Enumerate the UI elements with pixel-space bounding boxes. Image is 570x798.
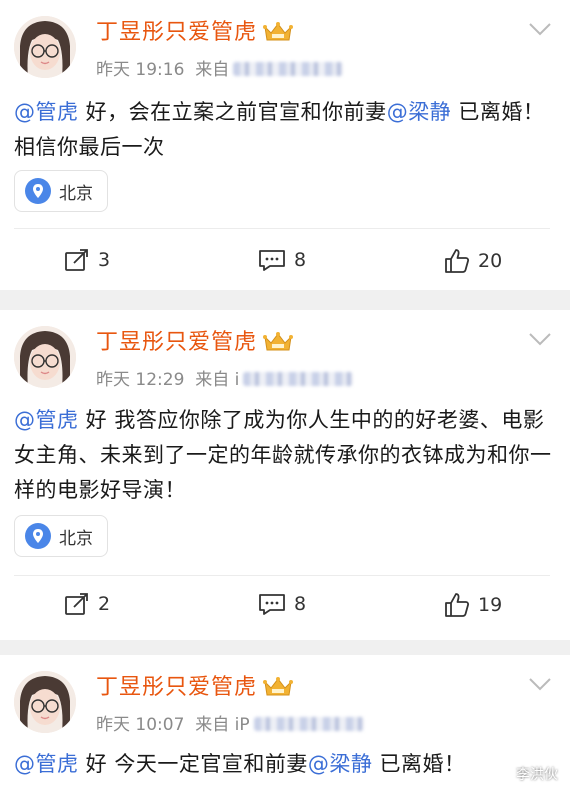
chevron-down-icon[interactable]	[528, 332, 552, 346]
post-text-segment: 好，会在立案之前官宣和你前妻	[78, 100, 387, 124]
post-source: 来自 iP	[195, 715, 250, 735]
repost-button[interactable]: 2	[64, 592, 110, 616]
location-tag[interactable]: 北京	[14, 170, 108, 212]
like-button[interactable]: 19	[444, 592, 502, 618]
post-meta: 昨天 10:07 来自 iP	[96, 710, 364, 735]
mention-link[interactable]: @管虎	[14, 100, 79, 124]
like-button[interactable]: 20	[444, 248, 502, 274]
blurred-source	[243, 372, 354, 386]
post-text-segment: 好 今天一定官宣和前妻	[78, 752, 308, 776]
crown-icon	[263, 332, 294, 351]
weibo-post: 丁昱彤只爱管虎 昨天 19:16 来自 @管虎 好，会在立案之前官宣和你前妻@梁…	[0, 0, 570, 290]
repost-icon	[65, 593, 88, 615]
chevron-down-icon[interactable]	[528, 677, 552, 691]
mention-link[interactable]: @管虎	[14, 408, 79, 432]
post-text: @管虎 好 今天一定官宣和前妻@梁静 已离婚！	[14, 747, 554, 782]
repost-count: 2	[98, 593, 111, 615]
location-tag[interactable]: 北京	[14, 515, 108, 557]
avatar[interactable]	[14, 16, 76, 78]
username-text[interactable]: 丁昱彤只爱管虎	[96, 675, 257, 700]
mention-link[interactable]: @管虎	[14, 752, 79, 776]
comment-button[interactable]: 8	[258, 592, 306, 616]
camera-icon	[496, 768, 512, 781]
username[interactable]: 丁昱彤只爱管虎	[96, 669, 294, 701]
post-text: @管虎 好 我答应你除了成为你人生中的的好老婆、电影女主角、未来到了一定的年龄就…	[14, 403, 554, 508]
post-source: 来自 i	[195, 370, 240, 390]
username[interactable]: 丁昱彤只爱管虎	[96, 14, 294, 46]
comment-button[interactable]: 8	[258, 248, 306, 272]
post-text-segment: 已离婚！	[372, 752, 466, 776]
repost-count: 3	[98, 249, 111, 271]
avatar[interactable]	[14, 326, 76, 388]
like-count: 19	[478, 594, 503, 616]
post-source: 来自	[195, 60, 230, 80]
comment-count: 8	[294, 249, 307, 271]
divider	[14, 575, 550, 576]
location-text: 北京	[59, 528, 93, 549]
username[interactable]: 丁昱彤只爱管虎	[96, 324, 294, 356]
post-time: 昨天 10:07	[96, 715, 185, 735]
post-meta: 昨天 12:29 来自 i	[96, 365, 354, 390]
post-text-segment: 好 我答应你除了成为你人生中的的好老婆、电影女主角、未来到了一定的年龄就传承你的…	[14, 408, 552, 502]
post-text: @管虎 好，会在立案之前官宣和你前妻@梁静 已离婚！相信你最后一次	[14, 95, 554, 165]
blurred-source	[233, 62, 344, 76]
repost-icon	[65, 249, 88, 271]
watermark-text: 李洪伙	[516, 767, 558, 783]
post-time: 昨天 19:16	[96, 60, 185, 80]
crown-icon	[263, 22, 294, 41]
username-text[interactable]: 丁昱彤只爱管虎	[96, 20, 257, 45]
avatar[interactable]	[14, 671, 76, 733]
location-pin-icon	[25, 178, 51, 204]
comment-icon	[259, 250, 285, 271]
weibo-post: 丁昱彤只爱管虎 昨天 12:29 来自 i @管虎 好 我答应你除了成为你人生中…	[0, 310, 570, 640]
thumbs-up-icon	[445, 249, 470, 273]
chevron-down-icon[interactable]	[528, 22, 552, 36]
location-pin-icon	[25, 523, 51, 549]
location-text: 北京	[59, 183, 93, 204]
thumbs-up-icon	[445, 593, 470, 617]
post-time: 昨天 12:29	[96, 370, 185, 390]
crown-icon	[263, 677, 294, 696]
divider	[14, 228, 550, 229]
comment-icon	[259, 594, 285, 615]
post-meta: 昨天 19:16 来自	[96, 55, 344, 80]
repost-button[interactable]: 3	[64, 248, 110, 272]
mention-link[interactable]: @梁静	[387, 100, 452, 124]
watermark: 李洪伙	[496, 764, 558, 784]
username-text[interactable]: 丁昱彤只爱管虎	[96, 330, 257, 355]
like-count: 20	[478, 250, 503, 272]
comment-count: 8	[294, 593, 307, 615]
mention-link[interactable]: @梁静	[308, 752, 373, 776]
weibo-post: 丁昱彤只爱管虎 昨天 10:07 来自 iP @管虎 好 今天一定官宣和前妻@梁…	[0, 655, 570, 798]
blurred-source	[253, 717, 364, 731]
